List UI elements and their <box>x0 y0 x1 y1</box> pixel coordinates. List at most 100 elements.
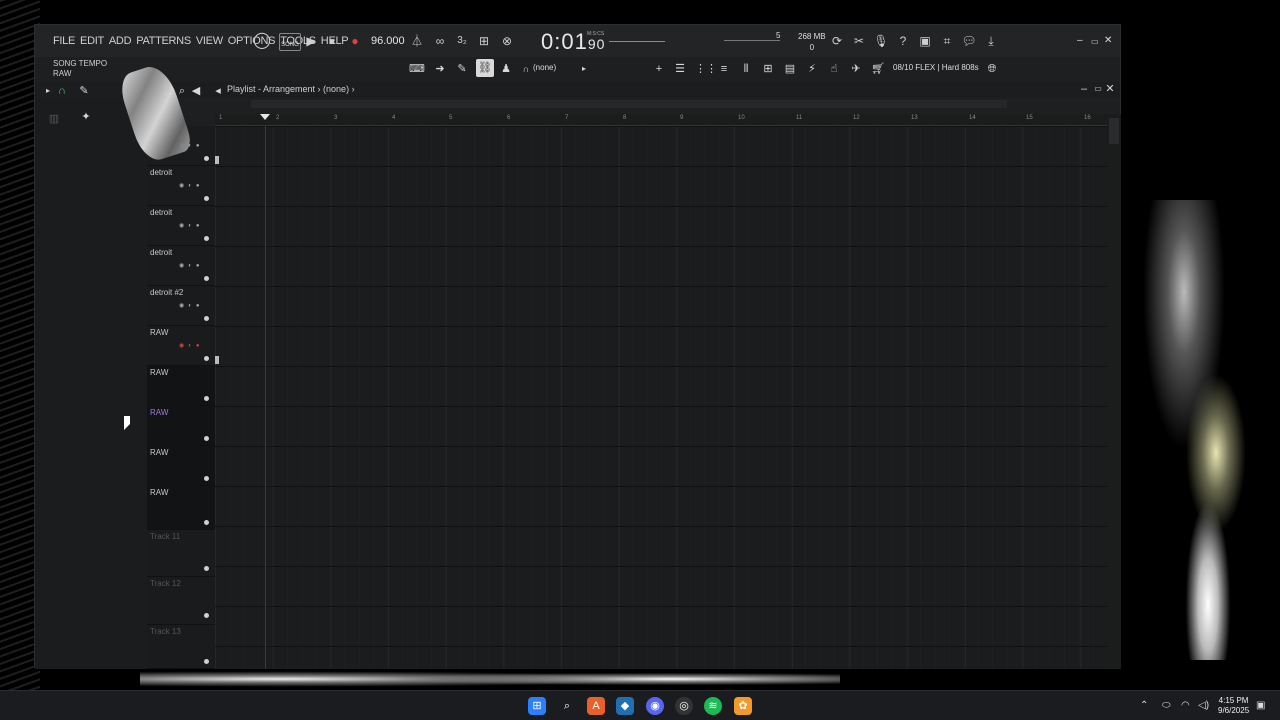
track-controls[interactable]: ◉◐● <box>179 342 203 349</box>
mixer-icon[interactable]: ≡ <box>717 62 731 76</box>
loop-icon[interactable]: ◯ <box>253 33 271 49</box>
track-enable-dot[interactable] <box>204 236 209 241</box>
vertical-scrollbar[interactable] <box>1107 114 1121 669</box>
menu-add[interactable]: ADD <box>109 35 132 47</box>
track-7[interactable]: RAW <box>147 366 215 406</box>
track-enable-dot[interactable] <box>204 276 209 281</box>
headphones-icon[interactable]: ∩ <box>519 62 533 76</box>
menu-file[interactable]: FILE <box>53 35 75 47</box>
plug-icon[interactable]: ⚡︎ <box>805 62 819 76</box>
wait-input-icon[interactable]: ∞ <box>432 33 448 49</box>
menu-edit[interactable]: EDIT <box>80 35 104 47</box>
track-enable-dot[interactable] <box>204 476 209 481</box>
tray-overflow-icon[interactable]: ⌃ <box>1140 700 1148 711</box>
browser-icon[interactable]: ⊞ <box>761 62 775 76</box>
start-icon[interactable]: ⊞ <box>528 697 546 715</box>
track-2[interactable]: detroit ◉◐● <box>147 166 215 206</box>
track-11[interactable]: Track 11 <box>147 530 215 577</box>
channel-rack-arrow-icon[interactable]: ➜ <box>433 62 447 76</box>
track-controls[interactable]: ◉◐● <box>179 222 203 229</box>
track-13[interactable]: Track 13 <box>147 625 215 669</box>
picker-pattern-icon[interactable]: ▥ <box>47 112 61 126</box>
obs-icon[interactable]: ◎ <box>675 697 693 715</box>
globe-icon[interactable]: 🌐︎ <box>985 62 999 76</box>
track-controls[interactable]: ◉◐● <box>179 302 203 309</box>
flex-preset-label[interactable]: 08/10 FLEX | Hard 808s <box>893 63 979 72</box>
battery-icon[interactable]: ⬭ <box>1162 700 1171 711</box>
snap-icon[interactable]: ∩ <box>55 84 69 98</box>
cut-icon[interactable]: ✂ <box>851 33 867 49</box>
track-enable-dot[interactable] <box>204 566 209 571</box>
pattern-selector[interactable]: (none) <box>533 63 556 72</box>
play-icon[interactable]: ▶ <box>303 33 319 49</box>
maximize-button[interactable]: ▭ <box>1091 37 1099 46</box>
plugin-icon[interactable]: ⌗ <box>939 33 955 49</box>
playlist-pattern-selector[interactable]: (none) <box>323 84 349 94</box>
track-enable-dot[interactable] <box>204 659 209 664</box>
cart-icon[interactable]: 🛒︎ <box>871 62 885 76</box>
track-enable-dot[interactable] <box>204 520 209 525</box>
song-position-marker[interactable] <box>260 114 270 120</box>
track-enable-dot[interactable] <box>204 613 209 618</box>
track-enable-dot[interactable] <box>204 436 209 441</box>
playlist-close-icon[interactable]: ✕ <box>1103 82 1117 96</box>
volume-icon[interactable]: ◁) <box>1198 700 1209 711</box>
browser-app-icon[interactable]: ◆ <box>616 697 634 715</box>
wifi-icon[interactable]: ◠ <box>1181 700 1190 711</box>
playlist-menu-icon[interactable]: ◂ <box>211 84 225 98</box>
song-mode-button[interactable]: SONG <box>279 33 301 51</box>
playback-tool-icon[interactable]: ◀ <box>189 84 203 98</box>
track-resize-handle[interactable] <box>215 156 219 164</box>
brush-icon[interactable]: ✎ <box>455 62 469 76</box>
discord-icon[interactable]: ◉ <box>646 697 664 715</box>
link-icon[interactable]: ⛓ <box>476 59 494 77</box>
files-icon[interactable]: ▤ <box>783 62 797 76</box>
track-enable-dot[interactable] <box>204 356 209 361</box>
undo-icon[interactable]: ⟳ <box>829 33 845 49</box>
horizontal-scrollbar[interactable] <box>251 100 1007 108</box>
tempo-display[interactable]: 96.000 <box>371 35 405 47</box>
playlist-minimize-icon[interactable]: – <box>1077 82 1091 96</box>
countdown-icon[interactable]: 3₂ <box>454 33 470 49</box>
minimize-button[interactable]: – <box>1077 35 1083 46</box>
track-10[interactable]: RAW <box>147 486 215 530</box>
taskbar-clock[interactable]: 4:15 PM 9/6/2025 <box>1218 696 1249 716</box>
help-icon[interactable]: ? <box>895 33 911 49</box>
track-controls[interactable]: ◉◐● <box>179 182 203 189</box>
microphone-icon[interactable]: 🎙︎ <box>873 33 889 49</box>
piano-roll-icon[interactable]: ⌨ <box>409 62 425 76</box>
close-button[interactable]: ✕ <box>1104 35 1112 46</box>
save-icon[interactable]: ▣ <box>917 33 933 49</box>
expand-arrow-icon[interactable]: ▸ <box>41 84 55 98</box>
track-8[interactable]: RAW <box>147 406 215 446</box>
track-controls[interactable]: ◉◐● <box>179 262 203 269</box>
track-5[interactable]: detroit #2 ◉◐● <box>147 286 215 326</box>
draw-tool-icon[interactable]: ✎ <box>77 84 91 98</box>
track-enable-dot[interactable] <box>204 316 209 321</box>
track-3[interactable]: detroit ◉◐● <box>147 206 215 246</box>
menu-view[interactable]: VIEW <box>196 35 223 47</box>
track-enable-dot[interactable] <box>204 196 209 201</box>
stop-icon[interactable]: ■ <box>324 33 340 49</box>
fx-icon[interactable]: ⫴ <box>739 62 753 76</box>
chat-icon[interactable]: 💬︎ <box>961 33 977 49</box>
track-enable-dot[interactable] <box>204 156 209 161</box>
track-12[interactable]: Track 12 <box>147 577 215 625</box>
track-6[interactable]: RAW ◉◐● <box>147 326 215 366</box>
add-pattern-icon[interactable]: + <box>652 62 666 76</box>
menu-patterns[interactable]: PATTERNS <box>136 35 191 47</box>
stamp-icon[interactable]: ♟ <box>499 62 513 76</box>
send-icon[interactable]: ✈ <box>849 62 863 76</box>
blend-icon[interactable]: ⊗ <box>499 33 515 49</box>
fl-studio-icon[interactable]: ✿ <box>734 697 752 715</box>
search-icon[interactable]: ⌕ <box>558 697 576 715</box>
picker-audio-icon[interactable]: ✦ <box>79 110 93 124</box>
vertical-scroll-thumb[interactable] <box>1109 118 1119 144</box>
touch-icon[interactable]: ☝︎ <box>827 62 841 76</box>
metronome-icon[interactable]: ⏃ <box>409 33 425 49</box>
step-edit-icon[interactable]: ⊞ <box>476 33 492 49</box>
track-enable-dot[interactable] <box>204 396 209 401</box>
spotify-icon[interactable]: ≋ <box>704 697 722 715</box>
track-resize-handle[interactable] <box>215 356 219 364</box>
channel-rack-icon[interactable]: ⋮⋮ <box>695 62 717 76</box>
